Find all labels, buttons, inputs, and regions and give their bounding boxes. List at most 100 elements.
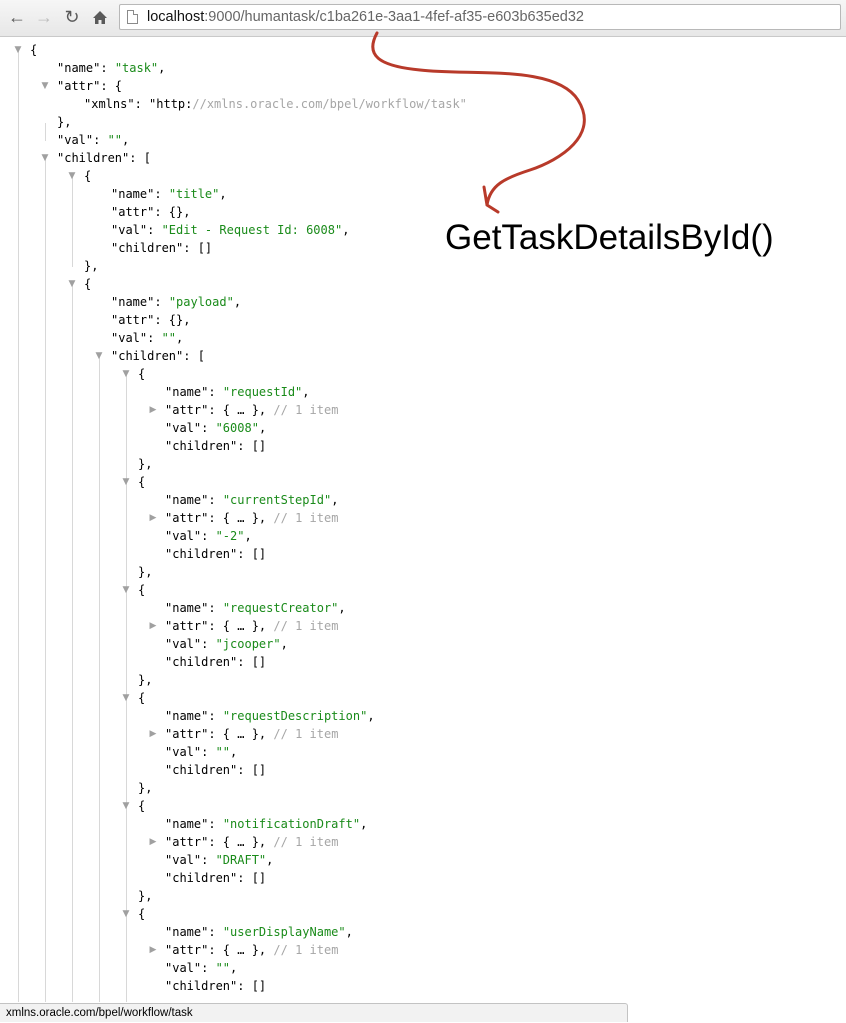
json-line: "children": [] xyxy=(165,979,267,993)
collapse-toggle-icon[interactable]: ▼ xyxy=(13,45,23,55)
collapse-toggle-icon[interactable]: ▼ xyxy=(67,279,77,289)
json-line: "name": "task", xyxy=(57,61,166,75)
indent-guide xyxy=(126,483,127,591)
collapse-toggle-icon[interactable]: ▼ xyxy=(121,801,131,811)
collapse-toggle-icon[interactable]: ▼ xyxy=(121,369,131,379)
json-line: "attr": { … }, // 1 item xyxy=(165,403,339,417)
expand-toggle-icon[interactable]: ▶ xyxy=(148,729,158,739)
json-line: "val": "6008", xyxy=(165,421,267,435)
json-line: }, xyxy=(84,259,99,273)
json-line: { xyxy=(138,799,146,813)
indent-guide xyxy=(126,807,127,915)
expand-toggle-icon[interactable]: ▶ xyxy=(148,621,158,631)
json-line: "children": [] xyxy=(165,439,267,453)
json-line: { xyxy=(30,43,38,57)
arrow-left-icon: ← xyxy=(8,6,26,27)
json-line: }, xyxy=(138,673,153,687)
json-line: "attr": { … }, // 1 item xyxy=(165,727,339,741)
json-line: }, xyxy=(138,457,153,471)
expand-toggle-icon[interactable]: ▶ xyxy=(148,837,158,847)
collapse-toggle-icon[interactable]: ▼ xyxy=(40,153,50,163)
indent-guide xyxy=(45,123,46,141)
json-line: "val": "-2", xyxy=(165,529,252,543)
collapse-toggle-icon[interactable]: ▼ xyxy=(94,351,104,361)
json-line: }, xyxy=(138,565,153,579)
browser-toolbar: ← → ↻ localhost:9000/humantask/c1ba261e-… xyxy=(0,0,846,37)
json-line: "children": [] xyxy=(165,871,267,885)
indent-guide xyxy=(72,285,73,1002)
expand-toggle-icon[interactable]: ▶ xyxy=(148,405,158,415)
json-line: { xyxy=(138,691,146,705)
json-line: }, xyxy=(138,889,153,903)
json-line: "val": "", xyxy=(165,745,238,759)
status-bar: xmlns.oracle.com/bpel/workflow/task xyxy=(0,1003,628,1022)
indent-guide xyxy=(45,159,46,1002)
json-line: }, xyxy=(57,115,72,129)
url-text[interactable]: localhost:9000/humantask/c1ba261e-3aa1-4… xyxy=(147,9,584,25)
json-viewer: ▼ { "name": "task", ▼ "attr": { "xmlns": "htt… xyxy=(0,37,846,1002)
json-line: "children": [] xyxy=(111,241,213,255)
json-line: "val": "", xyxy=(165,961,238,975)
forward-button[interactable]: → xyxy=(33,6,55,28)
json-line: "attr": {}, xyxy=(111,205,191,219)
json-line: "attr": { … }, // 1 item xyxy=(165,619,339,633)
json-line: "name": "requestCreator", xyxy=(165,601,346,615)
reload-icon: ↻ xyxy=(64,6,80,27)
json-line: "name": "title", xyxy=(111,187,227,201)
json-line: "attr": { … }, // 1 item xyxy=(165,511,339,525)
json-line: { xyxy=(138,367,146,381)
annotation-label: GetTaskDetailsById() xyxy=(445,218,774,257)
collapse-toggle-icon[interactable]: ▼ xyxy=(121,477,131,487)
json-line: "children": [ xyxy=(111,349,205,363)
page-icon xyxy=(127,10,138,24)
json-line: "val": "", xyxy=(111,331,184,345)
json-line: "name": "payload", xyxy=(111,295,242,309)
collapse-toggle-icon[interactable]: ▼ xyxy=(121,693,131,703)
indent-guide xyxy=(72,177,73,267)
home-icon xyxy=(93,10,107,24)
collapse-toggle-icon[interactable]: ▼ xyxy=(121,585,131,595)
indent-guide xyxy=(126,591,127,699)
json-line: { xyxy=(138,475,146,489)
json-line: { xyxy=(84,277,92,291)
expand-toggle-icon[interactable]: ▶ xyxy=(148,945,158,955)
json-line: "attr": { … }, // 1 item xyxy=(165,835,339,849)
json-line: "val": "jcooper", xyxy=(165,637,288,651)
indent-guide xyxy=(126,699,127,807)
json-line: "val": "Edit - Request Id: 6008", xyxy=(111,223,350,237)
collapse-toggle-icon[interactable]: ▼ xyxy=(40,81,50,91)
reload-button[interactable]: ↻ xyxy=(61,6,83,28)
json-line: "attr": { xyxy=(57,79,123,93)
json-line: { xyxy=(138,583,146,597)
url-path: :9000/humantask/c1ba261e-3aa1-4fef-af35-… xyxy=(204,9,584,25)
collapse-toggle-icon[interactable]: ▼ xyxy=(67,171,77,181)
json-line: { xyxy=(138,907,146,921)
json-line: "name": "requestId", xyxy=(165,385,310,399)
json-line: { xyxy=(84,169,92,183)
json-line: "attr": { … }, // 1 item xyxy=(165,943,339,957)
json-line: "children": [ xyxy=(57,151,151,165)
indent-guide xyxy=(99,357,100,1002)
arrow-right-icon: → xyxy=(35,6,53,27)
expand-toggle-icon[interactable]: ▶ xyxy=(148,513,158,523)
home-button[interactable] xyxy=(89,6,111,28)
collapse-toggle-icon[interactable]: ▼ xyxy=(121,909,131,919)
json-line: }, xyxy=(138,781,153,795)
json-line: "name": "userDisplayName", xyxy=(165,925,353,939)
json-line: "name": "requestDescription", xyxy=(165,709,375,723)
json-line: "attr": {}, xyxy=(111,313,191,327)
indent-guide xyxy=(126,375,127,483)
json-line: "name": "currentStepId", xyxy=(165,493,339,507)
json-line: "children": [] xyxy=(165,655,267,669)
url-host: localhost xyxy=(147,9,205,25)
json-line[interactable]: "xmlns": "http://xmlns.oracle.com/bpel/w… xyxy=(84,95,467,113)
back-button[interactable]: ← xyxy=(6,6,28,28)
json-line: "children": [] xyxy=(165,547,267,561)
json-line: "name": "notificationDraft", xyxy=(165,817,368,831)
json-line: "children": [] xyxy=(165,763,267,777)
json-line: "val": "DRAFT", xyxy=(165,853,274,867)
indent-guide xyxy=(18,51,19,1002)
address-bar[interactable]: localhost:9000/humantask/c1ba261e-3aa1-4… xyxy=(119,4,841,30)
json-line: "val": "", xyxy=(57,133,130,147)
indent-guide xyxy=(126,915,127,1002)
